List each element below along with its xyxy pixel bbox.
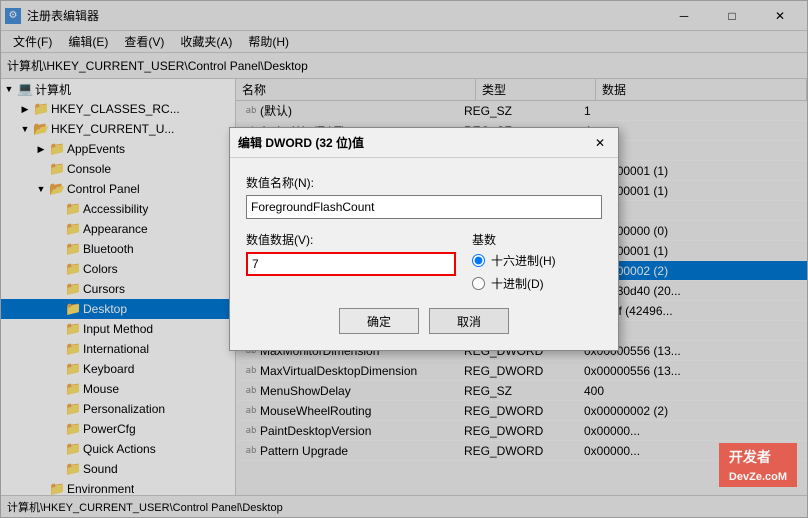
dialog-body: 数值名称(N): 数值数据(V): 基数 十 <box>230 158 618 350</box>
main-window: ⚙ 注册表编辑器 ─ □ ✕ 文件(F) 编辑(E) 查看(V) 收藏夹(A) … <box>0 0 808 518</box>
value-input[interactable] <box>246 252 456 276</box>
ok-button[interactable]: 确定 <box>339 308 419 334</box>
dialog-buttons: 确定 取消 <box>246 308 602 334</box>
radio-dec-label[interactable]: 十进制(D) <box>472 275 602 292</box>
radio-hex[interactable] <box>472 254 485 267</box>
dialog-title-bar: 编辑 DWORD (32 位)值 ✕ <box>230 128 618 158</box>
radio-dec-text: 十进制(D) <box>491 275 544 292</box>
radio-hex-label[interactable]: 十六进制(H) <box>472 252 602 269</box>
name-label: 数值名称(N): <box>246 174 602 191</box>
base-section: 基数 十六进制(H) 十进制(D) <box>472 231 602 292</box>
value-section: 数值数据(V): <box>246 231 456 276</box>
radio-hex-text: 十六进制(H) <box>491 252 556 269</box>
name-input[interactable] <box>246 195 602 219</box>
base-label: 基数 <box>472 231 602 248</box>
dialog-close-button[interactable]: ✕ <box>590 133 610 153</box>
watermark: 开发者 DevZe.coM <box>719 443 797 487</box>
cancel-button[interactable]: 取消 <box>429 308 509 334</box>
value-input-wrapper <box>246 252 456 276</box>
watermark-text: 开发者 <box>729 449 771 465</box>
edit-dword-dialog: 编辑 DWORD (32 位)值 ✕ 数值名称(N): 数值数据(V): 基数 <box>229 127 619 351</box>
modal-overlay: 编辑 DWORD (32 位)值 ✕ 数值名称(N): 数值数据(V): 基数 <box>1 1 807 517</box>
radio-dec[interactable] <box>472 277 485 290</box>
radio-group: 十六进制(H) 十进制(D) <box>472 252 602 292</box>
dialog-title: 编辑 DWORD (32 位)值 <box>238 134 364 151</box>
form-row: 数值数据(V): 基数 十六进制(H) <box>246 231 602 292</box>
data-label: 数值数据(V): <box>246 231 456 248</box>
watermark-subtext: DevZe.coM <box>729 471 787 483</box>
